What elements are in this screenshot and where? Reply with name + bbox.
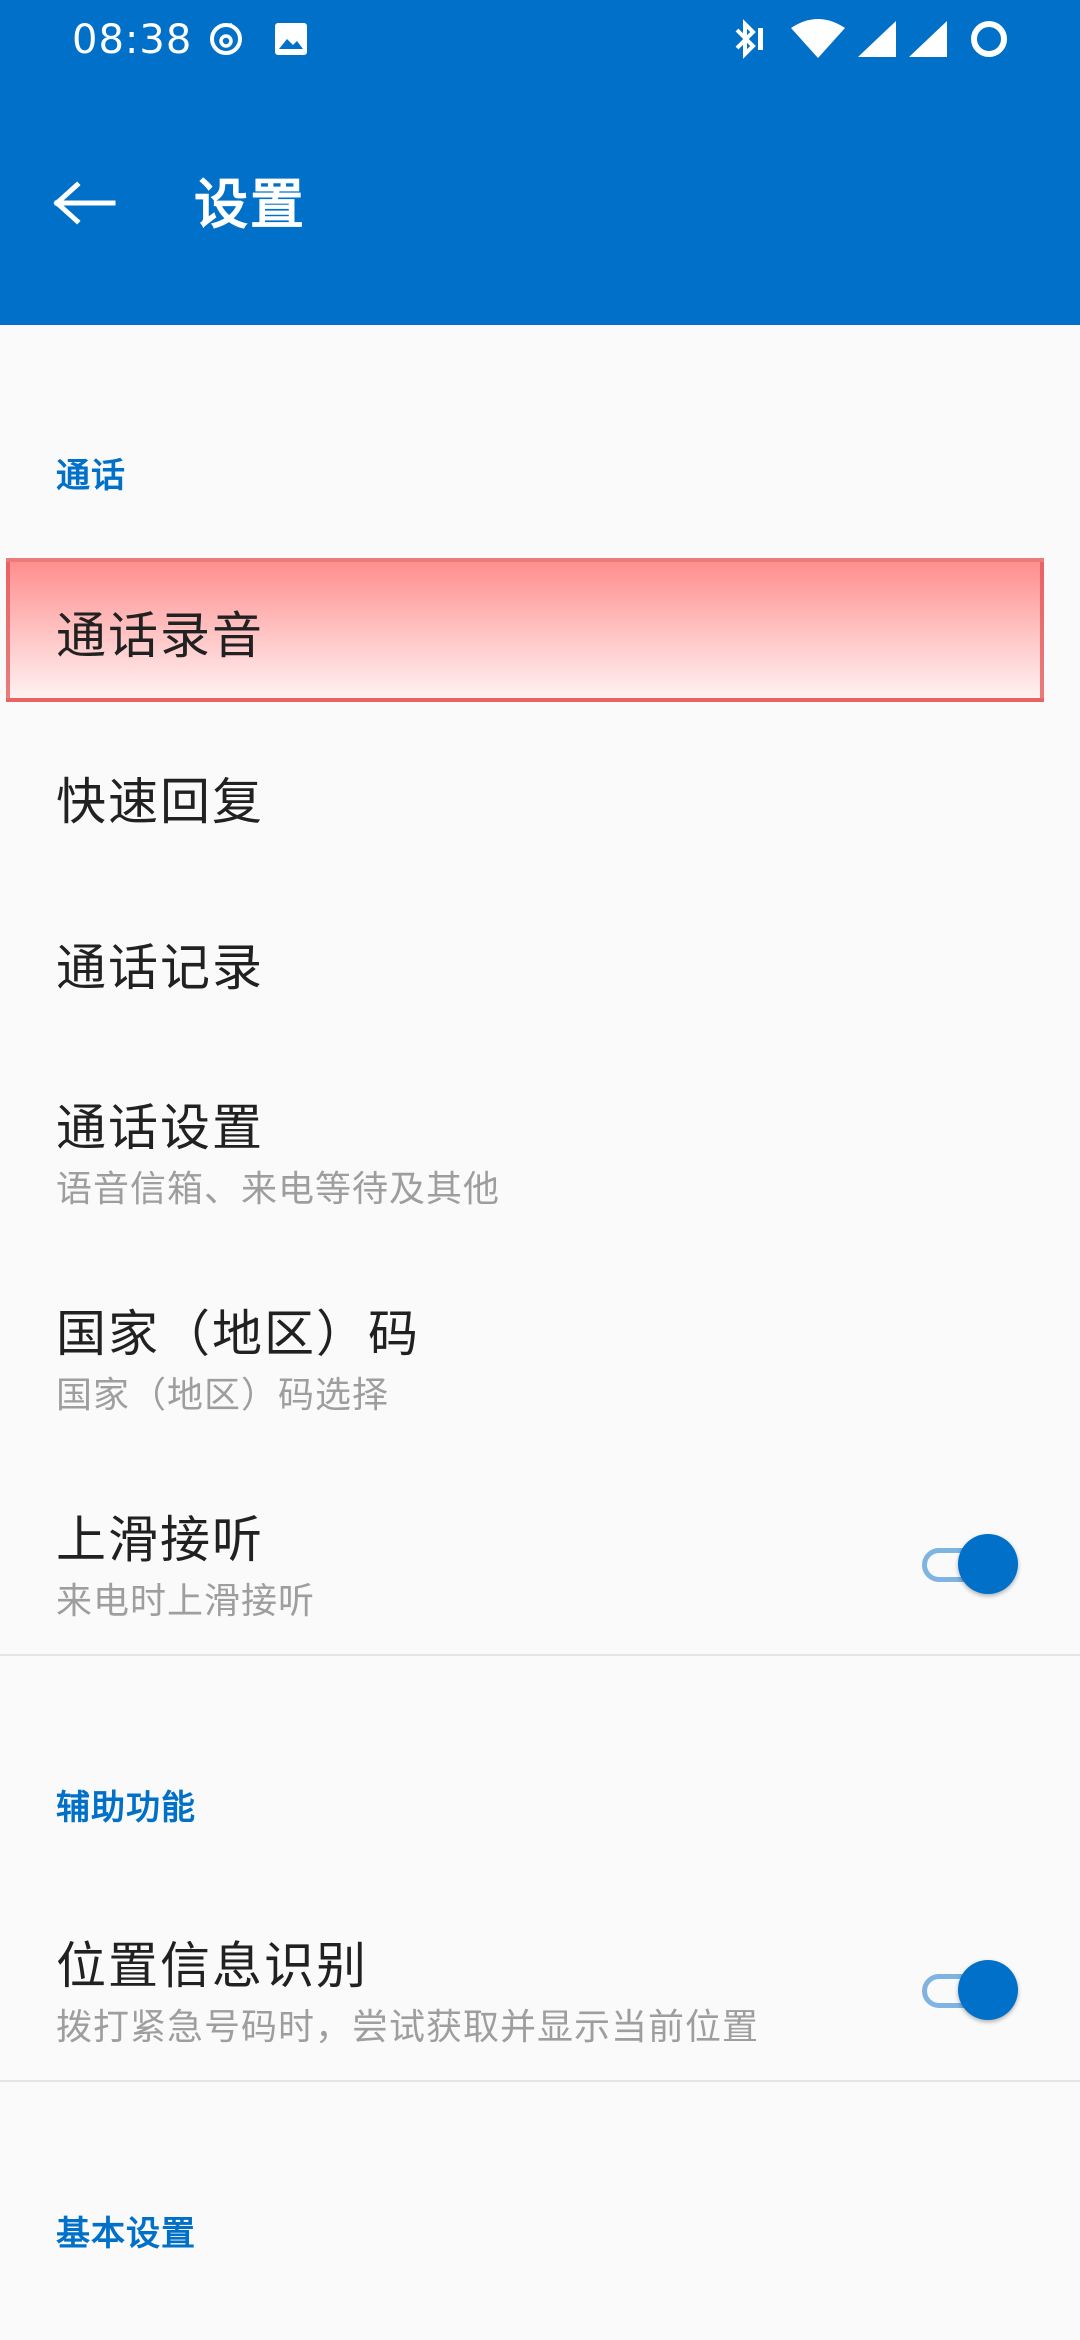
setting-call-recording[interactable]: 通话录音 [0, 558, 1080, 702]
toggle-thumb [958, 1534, 1018, 1594]
setting-subtitle: 国家（地区）码选择 [56, 1375, 390, 1416]
setting-title: 通话记录 [56, 939, 264, 997]
battery-ring-icon [968, 18, 1010, 60]
wifi-icon [788, 18, 848, 60]
section-header-accessibility: 辅助功能 [56, 1788, 196, 1828]
location-identification-toggle[interactable] [918, 1958, 1018, 2022]
setting-swipe-answer[interactable]: 上滑接听 来电时上滑接听 [0, 1482, 1080, 1652]
setting-title: 上滑接听 [56, 1511, 264, 1569]
setting-title: 位置信息识别 [56, 1937, 368, 1995]
section-divider [0, 1654, 1080, 1656]
bluetooth-icon [726, 18, 768, 60]
signal-icon [855, 18, 899, 60]
arrow-back-icon [53, 181, 117, 229]
setting-call-settings[interactable]: 通话设置 语音信箱、来电等待及其他 [0, 1070, 1080, 1240]
gallery-image-icon [270, 18, 312, 60]
back-button[interactable] [50, 170, 120, 240]
app-bar: 08:38 设置 [0, 0, 1080, 325]
setting-subtitle: 来电时上滑接听 [56, 1581, 316, 1622]
setting-title: 快速回复 [56, 773, 264, 831]
status-bar: 08:38 [0, 0, 1080, 80]
setting-location-identification[interactable]: 位置信息识别 拨打紧急号码时，尝试获取并显示当前位置 [0, 1908, 1080, 2078]
netease-cloud-music-icon [205, 18, 247, 60]
setting-country-code[interactable]: 国家（地区）码 国家（地区）码选择 [0, 1276, 1080, 1446]
signal-icon [906, 18, 950, 60]
section-divider [0, 2080, 1080, 2082]
status-time: 08:38 [72, 17, 193, 63]
setting-quick-reply[interactable]: 快速回复 [0, 722, 1080, 866]
setting-call-log[interactable]: 通话记录 [0, 890, 1080, 1034]
page-title: 设置 [194, 173, 306, 236]
setting-title: 通话录音 [56, 607, 264, 665]
section-header-call: 通话 [56, 456, 126, 496]
setting-title: 通话设置 [56, 1099, 264, 1157]
setting-subtitle: 语音信箱、来电等待及其他 [56, 1169, 501, 1210]
toggle-thumb [958, 1960, 1018, 2020]
swipe-answer-toggle[interactable] [918, 1532, 1018, 1596]
setting-subtitle: 拨打紧急号码时，尝试获取并显示当前位置 [56, 2007, 760, 2048]
section-header-basic: 基本设置 [56, 2214, 196, 2254]
setting-title: 国家（地区）码 [56, 1305, 420, 1363]
